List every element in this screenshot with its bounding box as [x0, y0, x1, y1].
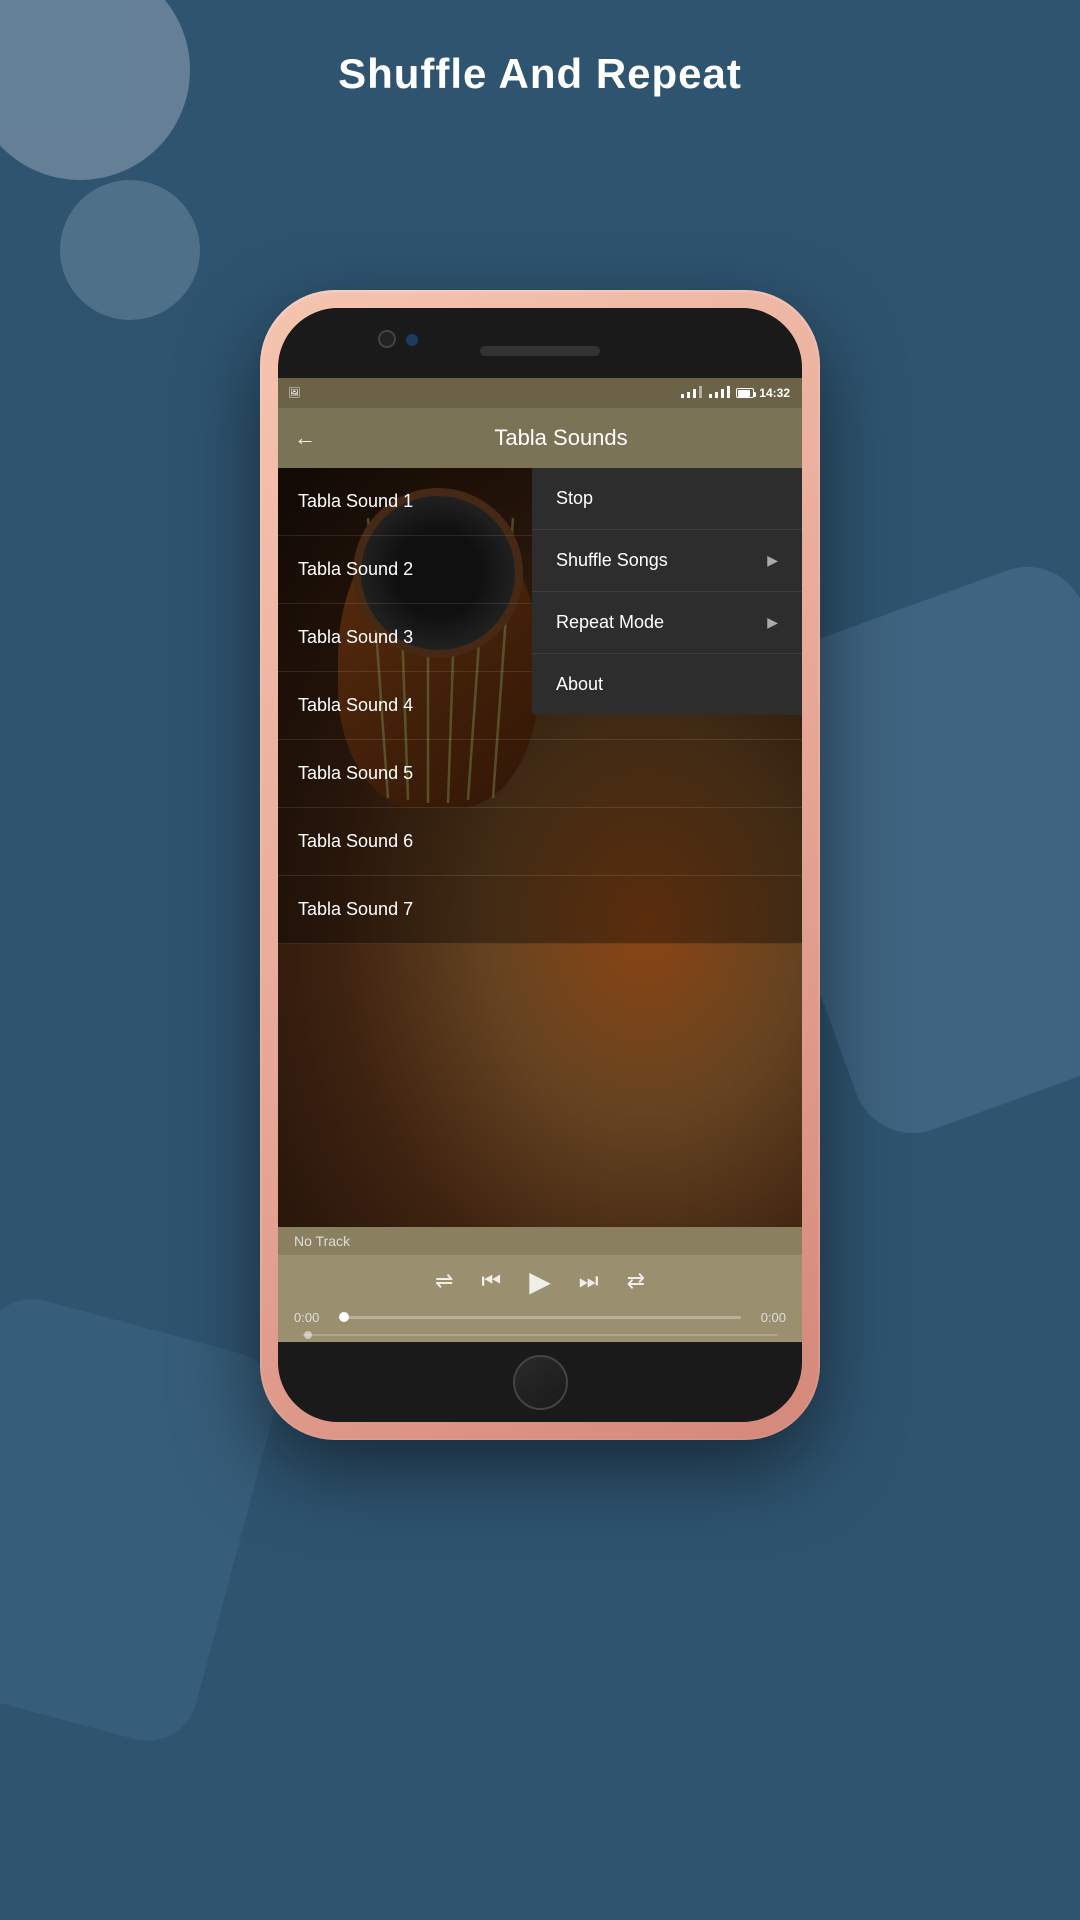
app-header: ← Tabla Sounds [278, 408, 802, 468]
battery-icon [736, 388, 754, 398]
next-button[interactable]: ⏭ [579, 1268, 599, 1294]
signal-icon [708, 386, 731, 401]
volume-bar[interactable] [302, 1334, 778, 1336]
phone-frame: 🖼 [260, 290, 820, 1440]
chevron-right-icon: ▶ [767, 552, 778, 569]
shuffle-button[interactable]: ⇌ [435, 1268, 453, 1294]
notification-icon: 🖼 [288, 388, 301, 399]
status-icons: 14:32 [680, 386, 790, 401]
dropdown-item-about[interactable]: About [532, 654, 802, 715]
volume-dot [304, 1331, 312, 1339]
progress-bar[interactable] [339, 1316, 741, 1319]
now-playing-bar: No Track [278, 1227, 802, 1255]
status-bar: 🖼 [278, 378, 802, 408]
back-button[interactable]: ← [294, 425, 316, 451]
main-content: Tabla Sound 1 Tabla Sound 2 Tabla Sound … [278, 468, 802, 1227]
status-time: 14:32 [759, 386, 790, 400]
volume-row [278, 1327, 802, 1342]
phone-front-camera [406, 334, 418, 346]
phone-top-bar [278, 308, 802, 378]
chevron-right-icon: ▶ [767, 614, 778, 631]
time-total: 0:00 [751, 1310, 786, 1325]
app-header-title: Tabla Sounds [336, 425, 786, 451]
phone-screen-container: 🖼 [278, 308, 802, 1422]
bg-decoration-circle-2 [60, 180, 200, 320]
play-button[interactable]: ▶ [529, 1265, 551, 1298]
player-controls: ⇌ ⏮ ▶ ⏭ ⇄ [278, 1255, 802, 1307]
wifi-icon [680, 386, 703, 401]
now-playing-text: No Track [294, 1233, 350, 1249]
prev-button[interactable]: ⏮ [481, 1268, 501, 1294]
time-current: 0:00 [294, 1310, 329, 1325]
dropdown-menu: Stop Shuffle Songs ▶ Repeat Mode ▶ About [532, 468, 802, 715]
status-bar-left: 🖼 [288, 388, 301, 399]
phone-bottom [278, 1342, 802, 1422]
phone-screen: 🖼 [278, 378, 802, 1342]
phone-speaker [480, 346, 600, 356]
page-title: Shuffle And Repeat [0, 50, 1080, 98]
list-item[interactable]: Tabla Sound 6 [278, 808, 802, 876]
progress-dot [339, 1312, 349, 1322]
dropdown-item-stop[interactable]: Stop [532, 468, 802, 530]
phone-camera [378, 330, 396, 348]
dropdown-item-shuffle[interactable]: Shuffle Songs ▶ [532, 530, 802, 592]
dropdown-item-repeat[interactable]: Repeat Mode ▶ [532, 592, 802, 654]
home-button[interactable] [513, 1355, 568, 1410]
list-item[interactable]: Tabla Sound 5 [278, 740, 802, 808]
player-bar: No Track ⇌ ⏮ ▶ ⏭ ⇄ 0:00 0:00 [278, 1227, 802, 1342]
repeat-button[interactable]: ⇄ [627, 1268, 645, 1294]
list-item[interactable]: Tabla Sound 7 [278, 876, 802, 944]
time-row: 0:00 0:00 [278, 1307, 802, 1327]
bg-decoration-shape-bottom [0, 1288, 287, 1752]
